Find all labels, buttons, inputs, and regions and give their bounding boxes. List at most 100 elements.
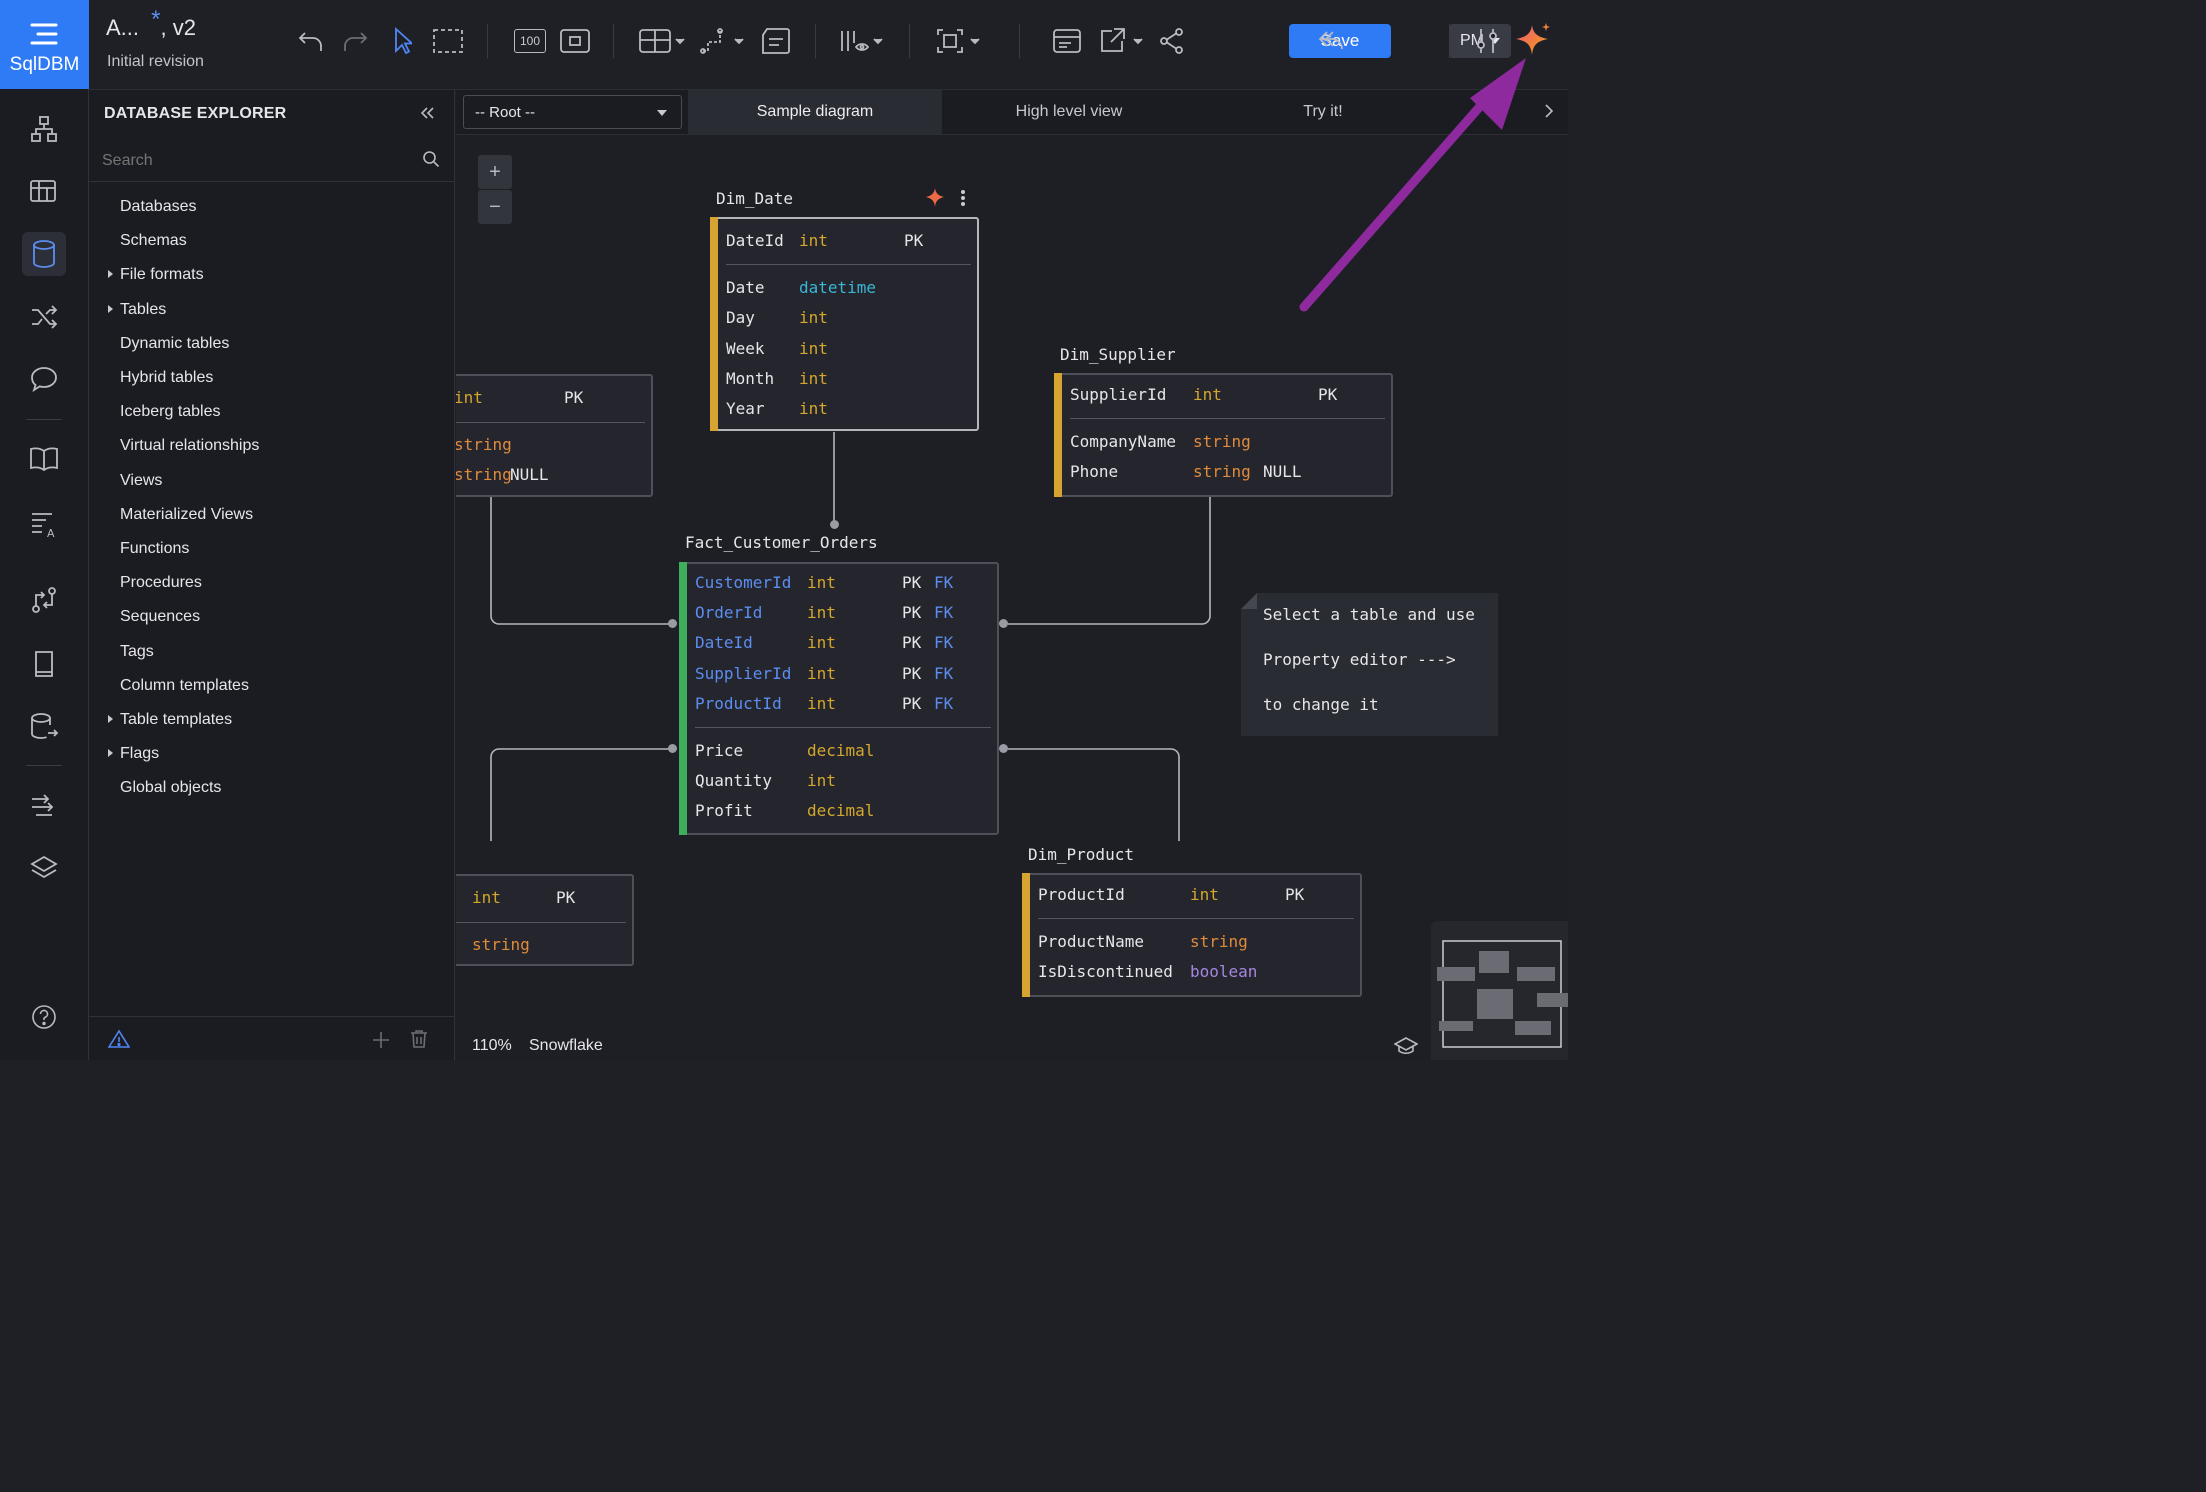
table-dim-product[interactable]: ProductId int PK ProductName string IsDiscont…	[1022, 873, 1362, 997]
tables-grid-icon[interactable]	[22, 170, 66, 214]
explorer-item[interactable]: Table templates	[108, 711, 232, 729]
tab-high-level-view[interactable]: High level view	[942, 90, 1196, 134]
zoom-out-button[interactable]: −	[478, 190, 512, 224]
import-export-icon[interactable]	[22, 783, 66, 827]
book-icon[interactable]	[22, 437, 66, 481]
comment-icon[interactable]	[22, 357, 66, 401]
share-icon[interactable]	[1155, 22, 1189, 60]
shuffle-icon[interactable]	[22, 295, 66, 339]
toolbar-divider	[487, 24, 488, 58]
zoom-level[interactable]: 110%	[472, 1037, 512, 1055]
marquee-select-icon[interactable]	[429, 22, 467, 60]
explorer-item[interactable]: Views	[120, 472, 162, 490]
add-icon[interactable]	[372, 1031, 390, 1049]
table-fact-customer-orders[interactable]: CustomerId int PK FK OrderId int PK FK DateId int…	[679, 562, 999, 835]
explorer-item[interactable]: Sequences	[120, 608, 200, 626]
column-name: Quantity	[695, 771, 773, 791]
zoom-in-button[interactable]: +	[478, 155, 512, 189]
add-note-icon[interactable]	[757, 22, 793, 60]
column-pk: PK	[1285, 885, 1305, 904]
explorer-item[interactable]: Dynamic tables	[120, 335, 229, 353]
graduation-cap-icon[interactable]	[1394, 1036, 1418, 1056]
view-options-icon[interactable]	[837, 22, 889, 60]
document-icon[interactable]	[22, 642, 66, 686]
fit-to-screen-icon[interactable]	[557, 22, 593, 60]
search-icon[interactable]	[422, 150, 440, 168]
table-partial-bottom-left[interactable]: int PK string	[456, 874, 634, 966]
layers-icon[interactable]	[22, 846, 66, 890]
column-name: Week	[726, 338, 765, 358]
more-options-icon[interactable]	[960, 189, 966, 207]
column-pk: PK	[902, 603, 922, 623]
expand-caret-icon[interactable]	[108, 270, 113, 279]
collapse-panel-icon[interactable]	[419, 106, 435, 125]
platform-label[interactable]: Snowflake	[529, 1037, 603, 1055]
explorer-item[interactable]: Iceberg tables	[120, 403, 221, 421]
zoom-100-button[interactable]: 100	[512, 22, 548, 60]
column-pk: PK	[1318, 385, 1338, 404]
app-logo[interactable]: SqlDBM	[0, 0, 89, 89]
table-dim-supplier[interactable]: SupplierId int PK CompanyName string Phone str…	[1054, 373, 1393, 497]
explorer-item[interactable]: Column templates	[120, 677, 249, 695]
pointer-icon[interactable]	[387, 22, 417, 60]
explorer-item[interactable]: Tables	[108, 301, 166, 319]
text-format-icon[interactable]: A	[22, 502, 66, 546]
diagram-note[interactable]: Select a table and use Property editor -…	[1241, 593, 1498, 736]
table-color-bar	[710, 217, 718, 431]
root-select[interactable]: -- Root --	[463, 95, 682, 129]
explorer-item[interactable]: Virtual relationships	[120, 437, 259, 455]
table-name-dim-supplier[interactable]: Dim_Supplier	[1060, 345, 1176, 364]
table-name-dim-product[interactable]: Dim_Product	[1028, 845, 1134, 864]
revision-label[interactable]: Initial revision	[107, 53, 204, 71]
explorer-item[interactable]: Global objects	[120, 779, 221, 797]
add-relationship-icon[interactable]	[699, 22, 749, 60]
expand-caret-icon[interactable]	[108, 749, 113, 758]
ai-sparkle-icon[interactable]	[925, 187, 945, 209]
table-dim-date[interactable]: DateId int PK Date datetime Day int Week int Mont…	[710, 217, 979, 431]
scroll-tabs-right-icon[interactable]	[1544, 103, 1554, 124]
relationship-endpoint[interactable]	[830, 520, 839, 529]
auto-layout-icon[interactable]	[935, 22, 983, 60]
add-table-icon[interactable]	[637, 22, 689, 60]
panel-toggle-icon[interactable]	[1049, 22, 1085, 60]
explorer-item[interactable]: Hybrid tables	[120, 369, 213, 387]
table-partial-top-left[interactable]: int PK string string NULL	[456, 374, 653, 497]
search-input[interactable]	[102, 149, 402, 173]
expand-caret-icon[interactable]	[108, 304, 113, 313]
explorer-item-label: Procedures	[120, 574, 202, 592]
help-icon[interactable]	[22, 995, 66, 1039]
compare-icon[interactable]	[22, 578, 66, 622]
explorer-item[interactable]: Functions	[120, 540, 189, 558]
trash-icon[interactable]	[409, 1029, 429, 1049]
expand-caret-icon[interactable]	[108, 715, 113, 723]
explorer-item[interactable]: File formats	[108, 266, 204, 284]
explorer-item[interactable]: Schemas	[120, 232, 187, 250]
explorer-item[interactable]: Materialized Views	[120, 506, 253, 524]
warning-icon[interactable]	[108, 1029, 130, 1049]
explorer-item[interactable]: Tags	[120, 643, 154, 661]
tab-sample-diagram[interactable]: Sample diagram	[688, 90, 942, 134]
explorer-item[interactable]: Databases	[120, 198, 197, 216]
undo-icon[interactable]	[294, 22, 328, 60]
explorer-item[interactable]: Procedures	[120, 574, 202, 592]
redo-icon[interactable]	[338, 22, 372, 60]
relationship-endpoint[interactable]	[999, 744, 1008, 753]
status-bar: 110% Snowflake	[456, 1030, 1568, 1060]
explorer-item-label: Sequences	[120, 608, 201, 626]
relationship-endpoint[interactable]	[668, 619, 677, 628]
export-icon[interactable]	[1097, 22, 1149, 60]
diagram-icon[interactable]	[22, 107, 66, 151]
column-name: CompanyName	[1070, 432, 1176, 452]
table-name-dim-date[interactable]: Dim_Date	[716, 189, 793, 208]
database-icon[interactable]	[22, 232, 66, 276]
database-export-icon[interactable]	[22, 705, 66, 749]
column-type: string	[456, 465, 512, 484]
explorer-item[interactable]: Flags	[108, 745, 159, 763]
table-name-fact-customer-orders[interactable]: Fact_Customer_Orders	[685, 533, 878, 552]
relationship-endpoint[interactable]	[668, 744, 677, 753]
relationship-endpoint[interactable]	[999, 619, 1008, 628]
column-name: SupplierId	[1070, 385, 1167, 404]
column-type: int	[799, 231, 828, 250]
column-name: ProductId	[695, 693, 782, 713]
project-title-area[interactable]: A... *, v2	[106, 6, 196, 42]
